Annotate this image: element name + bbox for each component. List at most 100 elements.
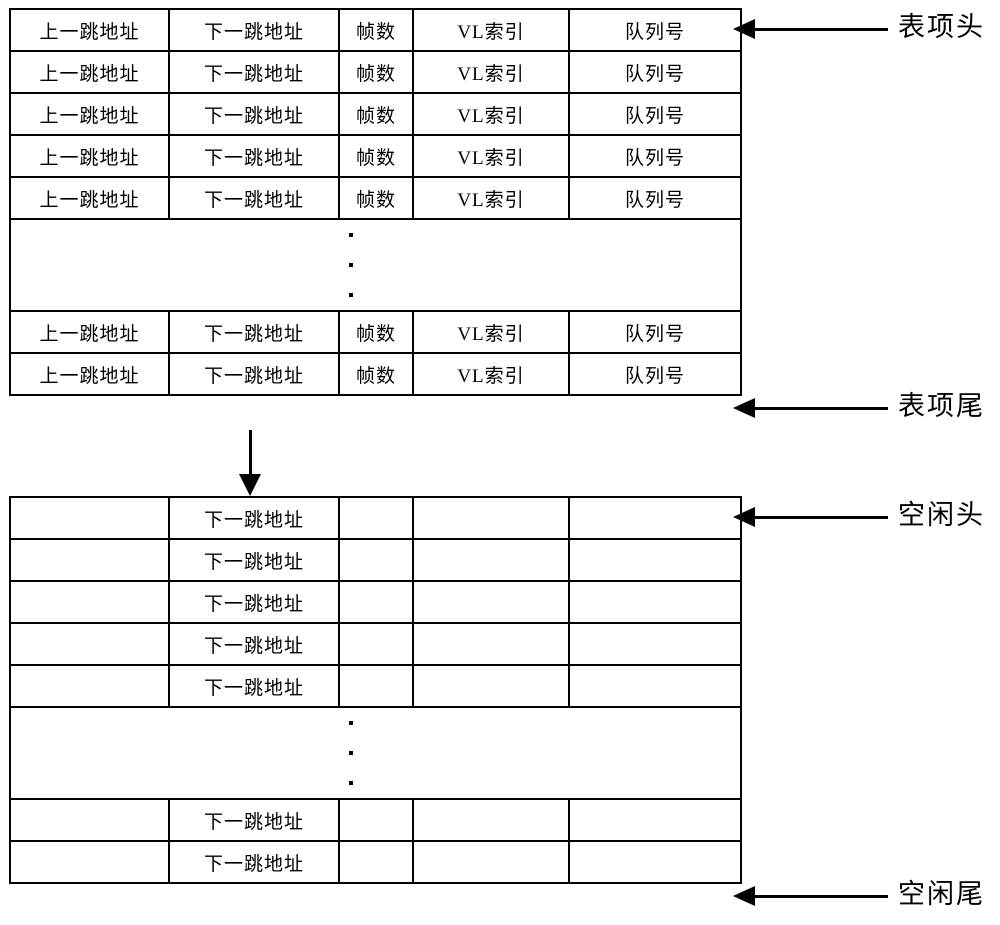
cell-frame-count: 帧数 [338, 8, 414, 52]
cell-queue-id: 队列号 [568, 134, 742, 178]
leader-arrow-free-tail-icon [733, 886, 888, 906]
cell-next-hop: 下一跳地址 [168, 580, 340, 624]
cell-blank [568, 580, 742, 624]
cell-next-hop: 下一跳地址 [168, 176, 340, 220]
cell-frame-count: 帧数 [338, 50, 414, 94]
cell-vl-index: VL索引 [412, 176, 570, 220]
table-row: 上一跳地址 下一跳地址 帧数 VL索引 队列号 [9, 352, 742, 396]
leader-arrow-free-head-icon [733, 507, 888, 527]
cell-blank [568, 538, 742, 582]
arrowhead [733, 507, 755, 527]
arrow-shaft [753, 515, 888, 519]
arrowhead [733, 19, 755, 39]
cell-prev-hop: 上一跳地址 [9, 50, 170, 94]
cell-vl-index: VL索引 [412, 92, 570, 136]
cell-blank [412, 580, 570, 624]
cell-next-hop: 下一跳地址 [168, 352, 340, 396]
cell-frame-count: 帧数 [338, 176, 414, 220]
table-row: 上一跳地址 下一跳地址 帧数 VL索引 队列号 [9, 92, 742, 136]
cell-blank [338, 840, 414, 884]
diagram-canvas: 上一跳地址 下一跳地址 帧数 VL索引 队列号 上一跳地址 下一跳地址 帧数 V… [0, 0, 1000, 925]
cell-blank [338, 580, 414, 624]
cell-next-hop: 下一跳地址 [168, 92, 340, 136]
table-row: 上一跳地址 下一跳地址 帧数 VL索引 队列号 [9, 310, 742, 354]
cell-prev-hop: 上一跳地址 [9, 352, 170, 396]
cell-blank [568, 664, 742, 708]
cell-blank [9, 496, 170, 540]
cell-queue-id: 队列号 [568, 50, 742, 94]
cell-queue-id: 队列号 [568, 92, 742, 136]
cell-queue-id: 队列号 [568, 352, 742, 396]
connector-arrow-down-icon [239, 430, 261, 496]
cell-blank [568, 496, 742, 540]
cell-frame-count: 帧数 [338, 310, 414, 354]
label-free-tail: 空闲尾 [898, 879, 985, 909]
cell-next-hop: 下一跳地址 [168, 8, 340, 52]
cell-prev-hop: 上一跳地址 [9, 176, 170, 220]
cell-vl-index: VL索引 [412, 8, 570, 52]
leader-arrow-entry-head-icon [733, 19, 888, 39]
table-row: 上一跳地址 下一跳地址 帧数 VL索引 队列号 [9, 8, 742, 52]
cell-blank [338, 664, 414, 708]
table-row: 上一跳地址 下一跳地址 帧数 VL索引 队列号 [9, 50, 742, 94]
table-row: 下一跳地址 [9, 538, 742, 582]
cell-blank [412, 664, 570, 708]
cell-queue-id: 队列号 [568, 8, 742, 52]
vertical-ellipsis-icon [0, 220, 715, 310]
cell-blank [568, 798, 742, 842]
cell-queue-id: 队列号 [568, 176, 742, 220]
cell-next-hop: 下一跳地址 [168, 840, 340, 884]
table-row: 下一跳地址 [9, 664, 742, 708]
cell-frame-count: 帧数 [338, 92, 414, 136]
cell-next-hop: 下一跳地址 [168, 538, 340, 582]
connector-shaft [248, 430, 252, 475]
cell-vl-index: VL索引 [412, 310, 570, 354]
arrow-shaft [753, 27, 888, 31]
vertical-ellipsis-icon [0, 708, 715, 798]
cell-blank [9, 664, 170, 708]
cell-blank [338, 622, 414, 666]
cell-blank [412, 622, 570, 666]
cell-next-hop: 下一跳地址 [168, 664, 340, 708]
arrowhead [733, 398, 755, 418]
connector-arrowhead [239, 474, 261, 496]
cell-vl-index: VL索引 [412, 50, 570, 94]
cell-vl-index: VL索引 [412, 352, 570, 396]
cell-next-hop: 下一跳地址 [168, 798, 340, 842]
table-row: 上一跳地址 下一跳地址 帧数 VL索引 队列号 [9, 134, 742, 178]
entry-table: 上一跳地址 下一跳地址 帧数 VL索引 队列号 上一跳地址 下一跳地址 帧数 V… [9, 8, 742, 396]
arrow-shaft [753, 894, 888, 898]
cell-blank [338, 538, 414, 582]
table-ellipsis-row [9, 218, 742, 312]
table-row: 下一跳地址 [9, 840, 742, 884]
cell-blank [412, 538, 570, 582]
cell-blank [568, 840, 742, 884]
arrowhead [733, 886, 755, 906]
cell-next-hop: 下一跳地址 [168, 622, 340, 666]
ellipsis-cell [9, 218, 742, 312]
cell-queue-id: 队列号 [568, 310, 742, 354]
cell-blank [568, 622, 742, 666]
table-ellipsis-row [9, 706, 742, 800]
cell-blank [338, 496, 414, 540]
leader-arrow-entry-tail-icon [733, 398, 888, 418]
cell-blank [412, 840, 570, 884]
cell-blank [338, 798, 414, 842]
label-free-head: 空闲头 [898, 500, 985, 530]
cell-next-hop: 下一跳地址 [168, 134, 340, 178]
cell-next-hop: 下一跳地址 [168, 310, 340, 354]
cell-blank [9, 840, 170, 884]
label-entry-tail: 表项尾 [898, 391, 985, 421]
cell-next-hop: 下一跳地址 [168, 496, 340, 540]
cell-blank [9, 798, 170, 842]
cell-frame-count: 帧数 [338, 134, 414, 178]
ellipsis-cell [9, 706, 742, 800]
table-row: 上一跳地址 下一跳地址 帧数 VL索引 队列号 [9, 176, 742, 220]
arrow-shaft [753, 406, 888, 410]
cell-vl-index: VL索引 [412, 134, 570, 178]
table-row: 下一跳地址 [9, 622, 742, 666]
cell-prev-hop: 上一跳地址 [9, 8, 170, 52]
cell-next-hop: 下一跳地址 [168, 50, 340, 94]
cell-blank [9, 538, 170, 582]
cell-prev-hop: 上一跳地址 [9, 92, 170, 136]
